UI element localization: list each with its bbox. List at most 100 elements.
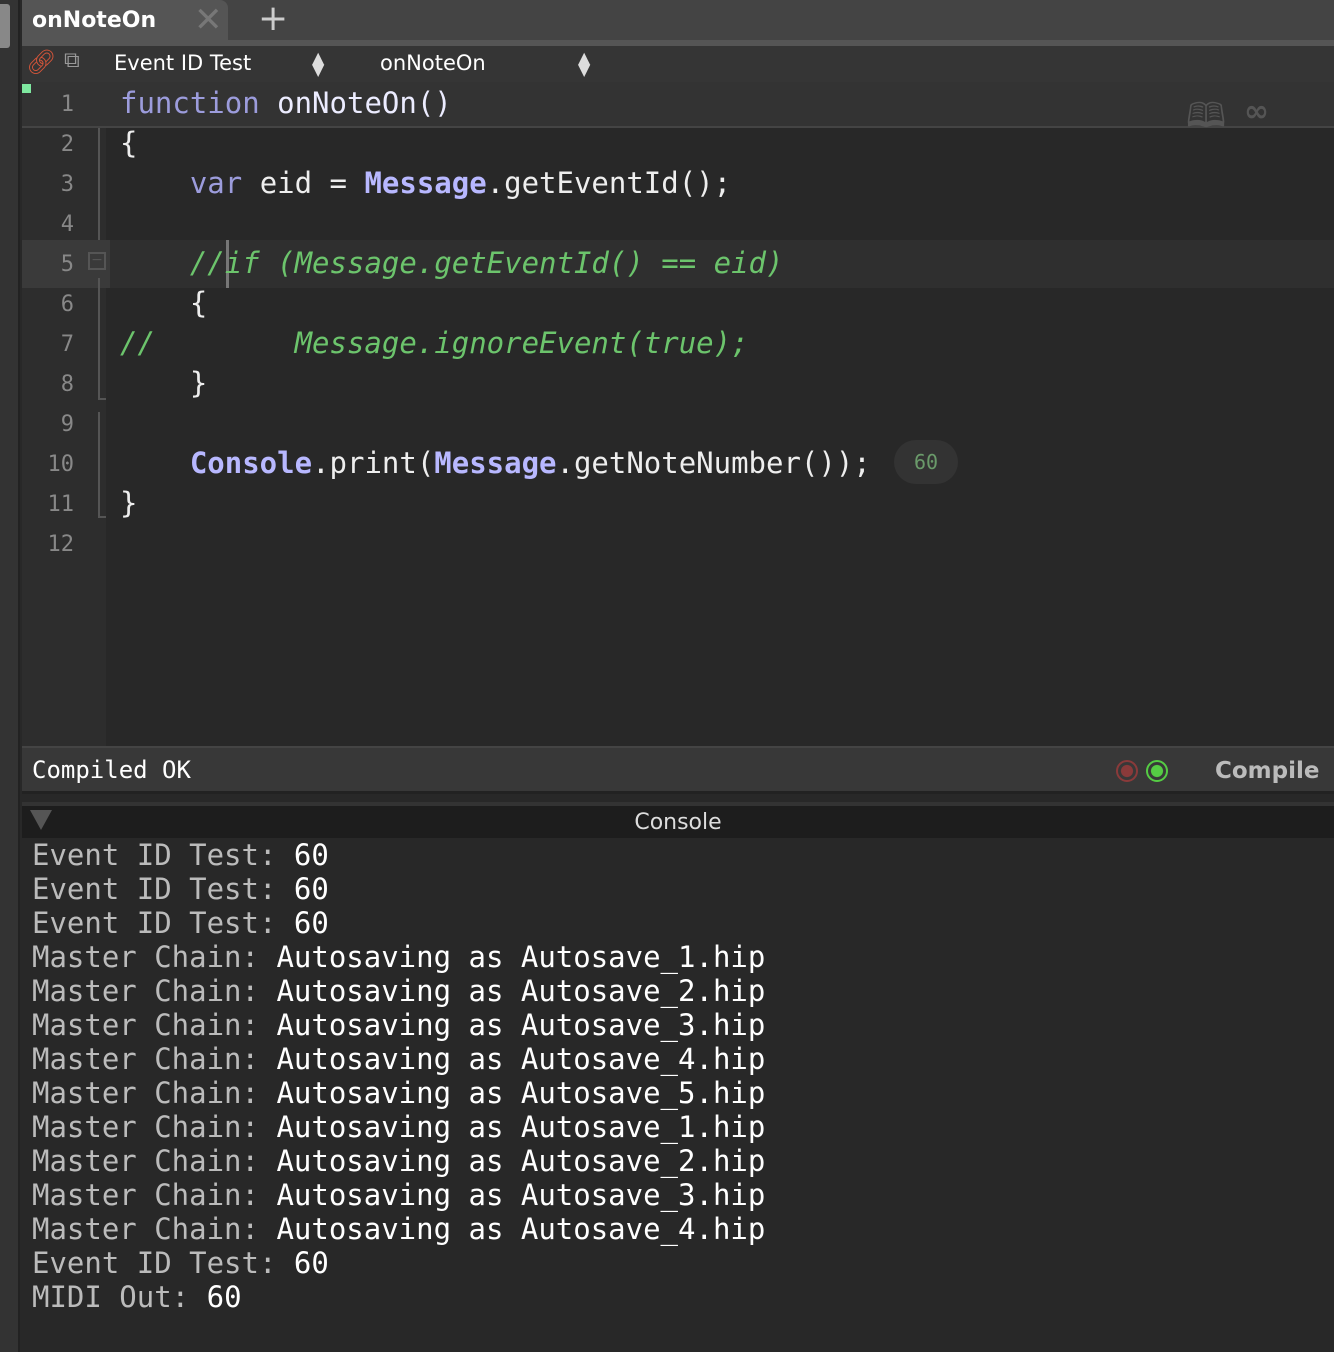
console-header: Console bbox=[22, 802, 1334, 838]
code-line: // Message.ignoreEvent(true); bbox=[120, 326, 749, 360]
console-message: Autosaving as Autosave_1.hip bbox=[276, 1110, 766, 1144]
console-message: Autosaving as Autosave_2.hip bbox=[276, 974, 766, 1008]
code-line: { bbox=[120, 286, 207, 320]
fold-line bbox=[98, 398, 106, 400]
console-line: Master Chain: Autosaving as Autosave_5.h… bbox=[32, 1076, 765, 1110]
compile-button[interactable]: Compile bbox=[1215, 758, 1319, 784]
callback-selector-arrows-icon[interactable]: ▲ ▼ bbox=[578, 50, 590, 78]
add-tab-icon[interactable]: + bbox=[258, 0, 288, 39]
tab-label: onNoteOn bbox=[32, 8, 157, 33]
code-token: } bbox=[120, 486, 138, 520]
fold-line bbox=[98, 516, 106, 518]
code-line: } bbox=[120, 486, 137, 520]
code-token: // Message.ignoreEvent(true); bbox=[120, 326, 749, 360]
console-source: Event ID Test: bbox=[32, 906, 277, 940]
console-message: Autosaving as Autosave_3.hip bbox=[276, 1008, 766, 1042]
editor-toolbar: 🔗︎ ⧉ Event ID Test ▲ ▼ onNoteOn ▲ ▼ bbox=[22, 46, 1334, 82]
console-line: Event ID Test: 60 bbox=[32, 1246, 765, 1280]
console-line: Master Chain: Autosaving as Autosave_3.h… bbox=[32, 1178, 765, 1212]
fold-line bbox=[98, 278, 100, 398]
left-panel-strip bbox=[0, 0, 20, 1352]
tab-onnoteon[interactable]: onNoteOn ✕ bbox=[22, 0, 228, 40]
console-source: Master Chain: bbox=[32, 974, 259, 1008]
console-line: Event ID Test: 60 bbox=[32, 872, 765, 906]
console-message: Autosaving as Autosave_1.hip bbox=[276, 940, 766, 974]
code-token: { bbox=[120, 126, 138, 160]
console-message: Autosaving as Autosave_4.hip bbox=[276, 1212, 766, 1246]
code-line: function onNoteOn() bbox=[120, 86, 452, 120]
line-number: 10 bbox=[47, 452, 75, 477]
console-line: Master Chain: Autosaving as Autosave_3.h… bbox=[32, 1008, 765, 1042]
code-line: { bbox=[120, 126, 137, 160]
line-number: 8 bbox=[60, 372, 74, 397]
code-token: } bbox=[120, 366, 208, 400]
console-message: 60 bbox=[293, 872, 329, 906]
console-source: Master Chain: bbox=[32, 1110, 259, 1144]
console-source: Master Chain: bbox=[32, 1042, 259, 1076]
code-editor[interactable]: − 1 function onNoteOn() 2 {3 var eid = Mess… bbox=[22, 82, 1334, 746]
ok-indicator-icon bbox=[1146, 760, 1168, 782]
code-token: eid = bbox=[242, 166, 365, 200]
console-line: Master Chain: Autosaving as Autosave_2.h… bbox=[32, 1144, 765, 1178]
fold-toggle-icon[interactable]: − bbox=[88, 252, 106, 270]
console-output[interactable]: Event ID Test: 60 Event ID Test: 60 Event … bbox=[32, 838, 765, 1314]
inline-value-badge: 60 bbox=[894, 440, 958, 484]
line-number: 7 bbox=[60, 332, 74, 357]
console-message: Autosaving as Autosave_5.hip bbox=[276, 1076, 766, 1110]
console-source: Master Chain: bbox=[32, 940, 259, 974]
code-token: { bbox=[120, 286, 208, 320]
console-message: Autosaving as Autosave_4.hip bbox=[276, 1042, 766, 1076]
line-number: 3 bbox=[60, 172, 74, 197]
fold-line bbox=[98, 128, 100, 240]
console-line: Master Chain: Autosaving as Autosave_4.h… bbox=[32, 1042, 765, 1076]
console-message: Autosaving as Autosave_3.hip bbox=[276, 1178, 766, 1212]
link-icon[interactable]: 🔗︎ bbox=[26, 48, 56, 76]
console-message: Autosaving as Autosave_2.hip bbox=[276, 1144, 766, 1178]
console-line: Event ID Test: 60 bbox=[32, 906, 765, 940]
console-source: Master Chain: bbox=[32, 1144, 259, 1178]
code-token: .getEventId(); bbox=[486, 166, 732, 200]
code-token: //if (Message.getEventId() == eid) bbox=[189, 246, 784, 280]
console-message: 60 bbox=[293, 1246, 329, 1280]
console-line: Master Chain: Autosaving as Autosave_1.h… bbox=[32, 940, 765, 974]
code-token: var bbox=[189, 166, 243, 200]
processor-selector[interactable]: Event ID Test bbox=[114, 51, 251, 75]
code-token: onNoteOn() bbox=[277, 86, 452, 120]
binoculars-search-icon[interactable]: ∞ bbox=[1244, 94, 1269, 129]
status-bar: Compiled OK Compile bbox=[22, 746, 1334, 794]
bookmark-icon[interactable]: 🕮︎ bbox=[1186, 92, 1226, 149]
code-token: .print( bbox=[312, 446, 435, 480]
line-number: 1 bbox=[60, 92, 74, 117]
code-token: Message bbox=[364, 166, 487, 200]
code-line: } bbox=[120, 366, 207, 400]
console-source: Master Chain: bbox=[32, 1076, 259, 1110]
console-title: Console bbox=[634, 810, 722, 835]
callback-selector[interactable]: onNoteOn bbox=[380, 51, 486, 75]
code-token: function bbox=[120, 86, 278, 120]
console-line: Master Chain: Autosaving as Autosave_4.h… bbox=[32, 1212, 765, 1246]
console-source: MIDI Out: bbox=[32, 1280, 190, 1314]
compile-status: Compiled OK bbox=[32, 756, 191, 784]
code-token: Console bbox=[189, 446, 313, 480]
processor-selector-arrows-icon[interactable]: ▲ ▼ bbox=[312, 50, 324, 78]
console-message: 60 bbox=[293, 906, 329, 940]
console-source: Event ID Test: bbox=[32, 1246, 277, 1280]
close-tab-icon[interactable]: ✕ bbox=[194, 0, 223, 40]
console-source: Master Chain: bbox=[32, 1212, 259, 1246]
console-line: Master Chain: Autosaving as Autosave_2.h… bbox=[32, 974, 765, 1008]
code-line: //if (Message.getEventId() == eid) bbox=[120, 246, 784, 280]
console-source: Master Chain: bbox=[32, 1008, 259, 1042]
code-token: Message bbox=[434, 446, 557, 480]
line-number: 6 bbox=[60, 292, 74, 317]
console-line: Event ID Test: 60 bbox=[32, 838, 765, 872]
tab-bar: onNoteOn ✕ + bbox=[22, 0, 1334, 46]
popout-icon[interactable]: ⧉ bbox=[64, 48, 80, 73]
console-message: 60 bbox=[293, 838, 329, 872]
code-line: var eid = Message.getEventId(); bbox=[120, 166, 731, 200]
console-source: Master Chain: bbox=[32, 1178, 259, 1212]
error-indicator-icon bbox=[1116, 760, 1138, 782]
panel-handle[interactable] bbox=[0, 4, 10, 48]
line-number: 4 bbox=[60, 212, 74, 237]
